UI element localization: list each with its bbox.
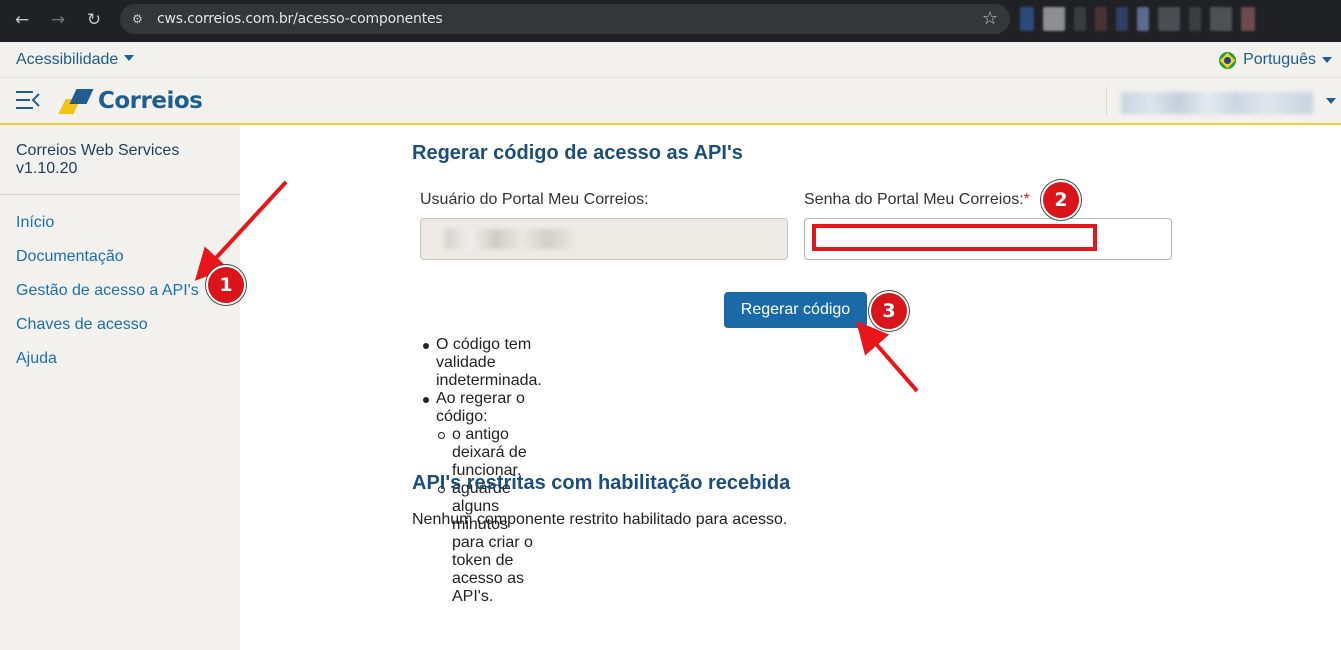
accessibility-label: Acessibilidade	[16, 51, 119, 68]
note-on-regen: Ao regerar o código:	[420, 390, 542, 426]
password-input[interactable]	[804, 218, 1172, 260]
step-badge-2: 2	[1041, 180, 1081, 220]
correios-logo-icon	[58, 87, 96, 115]
extension-icon[interactable]	[1116, 7, 1128, 31]
note-validity: O código tem validade indeterminada.	[420, 336, 542, 390]
accessibility-menu[interactable]: Acessibilidade	[16, 51, 135, 69]
restricted-title: API's restritas com habilitação recebida	[412, 472, 791, 494]
language-selector[interactable]: Português	[1219, 51, 1332, 69]
regenerate-code-button[interactable]: Regerar código	[724, 292, 867, 328]
highlight-box	[812, 224, 1097, 251]
forward-button[interactable]: →	[47, 9, 69, 31]
restricted-empty-text: Nenhum componente restrito habilitado pa…	[412, 511, 788, 528]
reload-button[interactable]: ↻	[83, 9, 105, 31]
password-label-wrap: Senha do Portal Meu Correios:*	[804, 191, 1030, 209]
extension-icon[interactable]	[1137, 7, 1149, 31]
extensions-area	[1020, 7, 1335, 31]
sidebar-item-gestao-acesso[interactable]: Gestão de acesso a API's	[16, 281, 199, 315]
user-input	[420, 218, 788, 260]
extension-icon[interactable]	[1095, 7, 1107, 31]
user-name-redacted	[1121, 92, 1313, 114]
bookmark-star-icon[interactable]: ☆	[982, 8, 998, 29]
sidebar-item-documentacao[interactable]: Documentação	[16, 247, 199, 281]
language-label: Português	[1243, 51, 1316, 68]
extension-icon[interactable]	[1158, 7, 1180, 31]
extension-icon[interactable]	[1241, 7, 1255, 31]
extension-icon[interactable]	[1020, 7, 1034, 31]
sidebar: Correios Web Services v1.10.20 Início Do…	[0, 125, 240, 650]
back-button[interactable]: ←	[11, 9, 33, 31]
site-info-icon[interactable]: ⚙	[132, 11, 148, 27]
extension-icon[interactable]	[1210, 7, 1232, 31]
user-value-redacted	[445, 229, 573, 249]
step-badge-3: 3	[869, 291, 909, 331]
correios-logo[interactable]: Correios	[58, 86, 203, 116]
site-header: Correios	[0, 78, 1341, 125]
arrow-3	[856, 320, 919, 393]
regen-title: Regerar código de acesso as API's	[412, 142, 743, 164]
utility-bar: Acessibilidade Português	[0, 42, 1341, 78]
address-bar[interactable]: ⚙ cws.correios.com.br/acesso-componentes…	[120, 4, 1010, 34]
password-label: Senha do Portal Meu Correios:	[804, 191, 1024, 208]
user-label: Usuário do Portal Meu Correios:	[420, 191, 649, 208]
logo-text: Correios	[98, 88, 203, 114]
chevron-down-icon	[1326, 98, 1336, 104]
browser-toolbar: ← → ↻ ⚙ cws.correios.com.br/acesso-compo…	[0, 0, 1341, 42]
brazil-flag-icon	[1219, 51, 1237, 69]
extension-icon[interactable]	[1043, 7, 1065, 31]
sidebar-divider	[0, 194, 240, 195]
menu-toggle-icon[interactable]	[16, 90, 42, 110]
step-badge-1: 1	[206, 265, 246, 305]
sidebar-menu: Início Documentação Gestão de acesso a A…	[16, 213, 199, 383]
sidebar-item-ajuda[interactable]: Ajuda	[16, 349, 199, 383]
app-name: Correios Web Services v1.10.20	[16, 142, 179, 178]
user-menu[interactable]	[1106, 86, 1341, 116]
extension-icon[interactable]	[1189, 7, 1201, 31]
url-text[interactable]: cws.correios.com.br/acesso-componentes	[157, 11, 443, 27]
app-version: v1.10.20	[16, 160, 78, 177]
sidebar-item-inicio[interactable]: Início	[16, 213, 199, 247]
notes-list: O código tem validade indeterminada. Ao …	[420, 336, 542, 606]
chevron-down-icon	[1322, 57, 1332, 63]
chevron-down-icon	[124, 55, 135, 61]
note-wait: aguarde alguns minutos para criar o toke…	[420, 480, 542, 606]
required-marker: *	[1023, 191, 1030, 208]
app-title: Correios Web Services	[16, 142, 180, 159]
sidebar-item-chaves-acesso[interactable]: Chaves de acesso	[16, 315, 199, 349]
extension-icon[interactable]	[1074, 7, 1086, 31]
